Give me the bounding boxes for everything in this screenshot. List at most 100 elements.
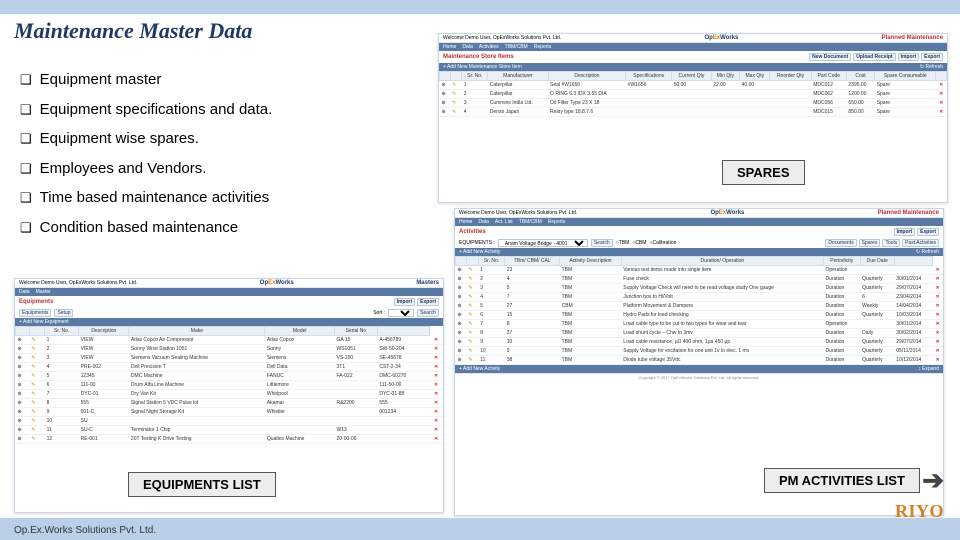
expand-icon[interactable]: ⊕ bbox=[456, 293, 467, 302]
edit-icon[interactable] bbox=[29, 345, 44, 354]
delete-icon[interactable]: ✕ bbox=[932, 284, 943, 293]
edit-icon[interactable] bbox=[450, 90, 462, 99]
delete-icon[interactable]: ✕ bbox=[932, 275, 943, 284]
edit-icon[interactable] bbox=[466, 329, 478, 338]
edit-icon[interactable] bbox=[29, 381, 44, 390]
export-button[interactable]: Export bbox=[917, 228, 939, 236]
delete-icon[interactable]: ✕ bbox=[429, 426, 443, 435]
import-button[interactable]: Import bbox=[898, 53, 920, 61]
delete-icon[interactable]: ✕ bbox=[932, 266, 943, 275]
nav-item[interactable]: Home bbox=[443, 44, 456, 50]
delete-icon[interactable]: ✕ bbox=[932, 320, 943, 329]
expand-icon[interactable]: ⊕ bbox=[16, 372, 30, 381]
expand-icon[interactable]: ⊕ bbox=[16, 417, 30, 426]
delete-icon[interactable]: ✕ bbox=[429, 354, 443, 363]
add-row-button[interactable]: + Add New Maintenance Store Item bbox=[443, 64, 522, 70]
expand-icon[interactable]: ⊕ bbox=[456, 284, 467, 293]
expand-icon[interactable]: ⊕ bbox=[16, 426, 30, 435]
delete-icon[interactable]: ✕ bbox=[932, 329, 943, 338]
edit-icon[interactable] bbox=[466, 347, 478, 356]
edit-icon[interactable] bbox=[450, 81, 462, 90]
expand-button[interactable]: ↕ Expand bbox=[918, 366, 939, 372]
radio-tbm[interactable]: ○TBM bbox=[616, 240, 630, 246]
expand-icon[interactable]: ⊕ bbox=[456, 329, 467, 338]
expand-icon[interactable]: ⊕ bbox=[456, 356, 467, 365]
edit-icon[interactable] bbox=[466, 320, 478, 329]
import-button[interactable]: Import bbox=[394, 298, 416, 306]
equipment-filter-select[interactable]: Anam Voltage Bridge - 4001 bbox=[498, 239, 588, 247]
add-row-button[interactable]: + Add New Activity bbox=[459, 366, 500, 372]
expand-icon[interactable]: ⊕ bbox=[16, 381, 30, 390]
nav-item[interactable]: TBM/CBM bbox=[505, 44, 528, 50]
delete-icon[interactable]: ✕ bbox=[932, 293, 943, 302]
expand-icon[interactable]: ⊕ bbox=[456, 302, 467, 311]
expand-icon[interactable]: ⊕ bbox=[456, 311, 467, 320]
delete-icon[interactable]: ✕ bbox=[429, 363, 443, 372]
expand-icon[interactable]: ⊕ bbox=[16, 345, 30, 354]
expand-icon[interactable]: ⊕ bbox=[440, 108, 451, 117]
edit-icon[interactable] bbox=[466, 338, 478, 347]
edit-icon[interactable] bbox=[466, 293, 478, 302]
delete-icon[interactable]: ✕ bbox=[429, 372, 443, 381]
delete-icon[interactable]: ✕ bbox=[429, 399, 443, 408]
nav-item[interactable]: Data bbox=[478, 219, 489, 225]
delete-icon[interactable]: ✕ bbox=[429, 408, 443, 417]
delete-icon[interactable]: ✕ bbox=[936, 108, 947, 117]
edit-icon[interactable] bbox=[450, 99, 462, 108]
export-button[interactable]: Export bbox=[921, 53, 943, 61]
expand-icon[interactable]: ⊕ bbox=[440, 99, 451, 108]
edit-icon[interactable] bbox=[29, 435, 44, 444]
delete-icon[interactable]: ✕ bbox=[429, 417, 443, 426]
expand-icon[interactable]: ⊕ bbox=[456, 275, 467, 284]
search-button[interactable]: Search bbox=[591, 239, 613, 247]
edit-icon[interactable] bbox=[29, 363, 44, 372]
export-button[interactable]: Export bbox=[417, 298, 439, 306]
refresh-button[interactable]: ↻ Refresh bbox=[916, 249, 939, 255]
radio-calibration[interactable]: ○Calibration bbox=[649, 240, 676, 246]
edit-icon[interactable] bbox=[29, 399, 44, 408]
delete-icon[interactable]: ✕ bbox=[932, 302, 943, 311]
expand-icon[interactable]: ⊕ bbox=[16, 390, 30, 399]
nav-item[interactable]: TBM/CBM bbox=[519, 219, 542, 225]
edit-icon[interactable] bbox=[29, 354, 44, 363]
nav-item[interactable]: Reports bbox=[548, 219, 566, 225]
expand-icon[interactable]: ⊕ bbox=[440, 81, 451, 90]
pill-past-activities[interactable]: Past Activities bbox=[902, 239, 939, 247]
expand-icon[interactable]: ⊕ bbox=[440, 90, 451, 99]
edit-icon[interactable] bbox=[466, 311, 478, 320]
edit-icon[interactable] bbox=[29, 372, 44, 381]
delete-icon[interactable]: ✕ bbox=[429, 435, 443, 444]
delete-icon[interactable]: ✕ bbox=[932, 356, 943, 365]
add-row-button[interactable]: + Add New Equipment bbox=[19, 319, 69, 325]
delete-icon[interactable]: ✕ bbox=[936, 81, 947, 90]
expand-icon[interactable]: ⊕ bbox=[456, 266, 467, 275]
nav-item[interactable]: Act. List bbox=[495, 219, 513, 225]
pill-tools[interactable]: Tools bbox=[882, 239, 900, 247]
nav-item[interactable]: Data bbox=[462, 44, 473, 50]
delete-icon[interactable]: ✕ bbox=[429, 381, 443, 390]
next-arrow-icon[interactable]: ➔ bbox=[922, 465, 944, 496]
tab-setup[interactable]: Setup bbox=[54, 309, 73, 317]
refresh-button[interactable]: ↻ Refresh bbox=[920, 64, 943, 70]
delete-icon[interactable]: ✕ bbox=[429, 390, 443, 399]
edit-icon[interactable] bbox=[466, 356, 478, 365]
edit-icon[interactable] bbox=[466, 266, 478, 275]
expand-icon[interactable]: ⊕ bbox=[16, 399, 30, 408]
nav-item[interactable]: Data bbox=[19, 289, 30, 295]
expand-icon[interactable]: ⊕ bbox=[456, 347, 467, 356]
expand-icon[interactable]: ⊕ bbox=[456, 320, 467, 329]
delete-icon[interactable]: ✕ bbox=[932, 347, 943, 356]
edit-icon[interactable] bbox=[466, 284, 478, 293]
add-row-button[interactable]: + Add New Activity bbox=[459, 249, 500, 255]
nav-item[interactable]: Master bbox=[36, 289, 51, 295]
delete-icon[interactable]: ✕ bbox=[932, 311, 943, 320]
edit-icon[interactable] bbox=[466, 302, 478, 311]
edit-icon[interactable] bbox=[29, 390, 44, 399]
delete-icon[interactable]: ✕ bbox=[936, 99, 947, 108]
expand-icon[interactable]: ⊕ bbox=[16, 363, 30, 372]
pill-spares[interactable]: Spares bbox=[859, 239, 881, 247]
nav-item[interactable]: Activities bbox=[479, 44, 499, 50]
edit-icon[interactable] bbox=[450, 108, 462, 117]
delete-icon[interactable]: ✕ bbox=[936, 90, 947, 99]
delete-icon[interactable]: ✕ bbox=[429, 345, 443, 354]
